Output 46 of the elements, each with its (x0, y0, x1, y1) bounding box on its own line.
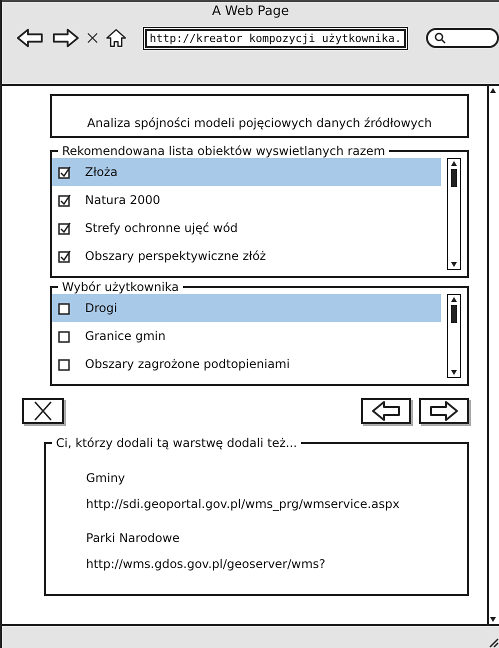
search-icon (434, 32, 446, 44)
address-field[interactable]: http://kreator kompozycji użytkownika. (144, 28, 406, 48)
left-arrow-icon[interactable] (371, 400, 401, 422)
checkbox[interactable] (58, 302, 71, 314)
home-icon[interactable] (106, 27, 127, 49)
back-icon[interactable] (16, 27, 44, 49)
group-label: Ci, którzy dodali tą warstwę dodali też... (55, 436, 298, 450)
resize-grip-icon[interactable] (487, 636, 499, 648)
scrollbar[interactable] (447, 158, 461, 270)
checkbox[interactable] (58, 330, 71, 342)
checkbox[interactable] (58, 358, 71, 370)
scrollbar[interactable] (447, 294, 461, 378)
close-icon[interactable] (87, 32, 98, 44)
scroll-up-icon[interactable] (450, 295, 458, 303)
list-item[interactable]: Granice gmin (52, 322, 441, 350)
group-label: Wybór użytkownika (61, 280, 180, 294)
delete-button[interactable] (22, 398, 64, 424)
list-item[interactable]: Drogi (52, 294, 441, 322)
scroll-thumb[interactable] (451, 169, 457, 187)
previous-button[interactable] (361, 398, 411, 424)
group-label: Rekomendowana lista obiektów wyswietlanych razem (61, 144, 386, 158)
layer-url[interactable]: http://wms.gdos.gov.pl/geoserver/wms? (86, 554, 467, 574)
right-arrow-icon[interactable] (429, 400, 459, 422)
list-item[interactable]: Natura 2000 (52, 186, 441, 214)
scroll-down-icon[interactable] (450, 261, 458, 269)
checkbox[interactable] (58, 250, 71, 262)
list-item[interactable]: Obszary perspektywiczne złóż (52, 242, 441, 270)
list-item[interactable]: Złoża (52, 158, 441, 186)
page-heading: Analiza spójności modeli pojęciowych danych źródłowych (50, 94, 469, 138)
next-button[interactable] (419, 398, 469, 424)
layer-url[interactable]: http://sdi.geoportal.gov.pl/wms_prg/wmservice.aspx (86, 494, 467, 514)
search-field[interactable] (426, 28, 499, 48)
layer-name: Parki Narodowe (86, 530, 181, 547)
forward-icon[interactable] (52, 27, 80, 49)
window-title: A Web Page (212, 4, 289, 19)
page-scrollbar[interactable] (487, 86, 499, 624)
close-icon (32, 401, 54, 421)
scroll-down-icon[interactable] (450, 369, 458, 377)
layer-name: Gminy (86, 470, 126, 487)
checkbox[interactable] (58, 194, 71, 206)
checkbox[interactable] (58, 166, 71, 178)
list-item[interactable]: Obszary zagrożone podtopieniami (52, 350, 441, 378)
list-item[interactable]: Strefy ochronne ujęć wód (52, 214, 441, 242)
scroll-thumb[interactable] (451, 305, 457, 323)
checkbox[interactable] (58, 222, 71, 234)
scroll-up-icon[interactable] (450, 159, 458, 167)
